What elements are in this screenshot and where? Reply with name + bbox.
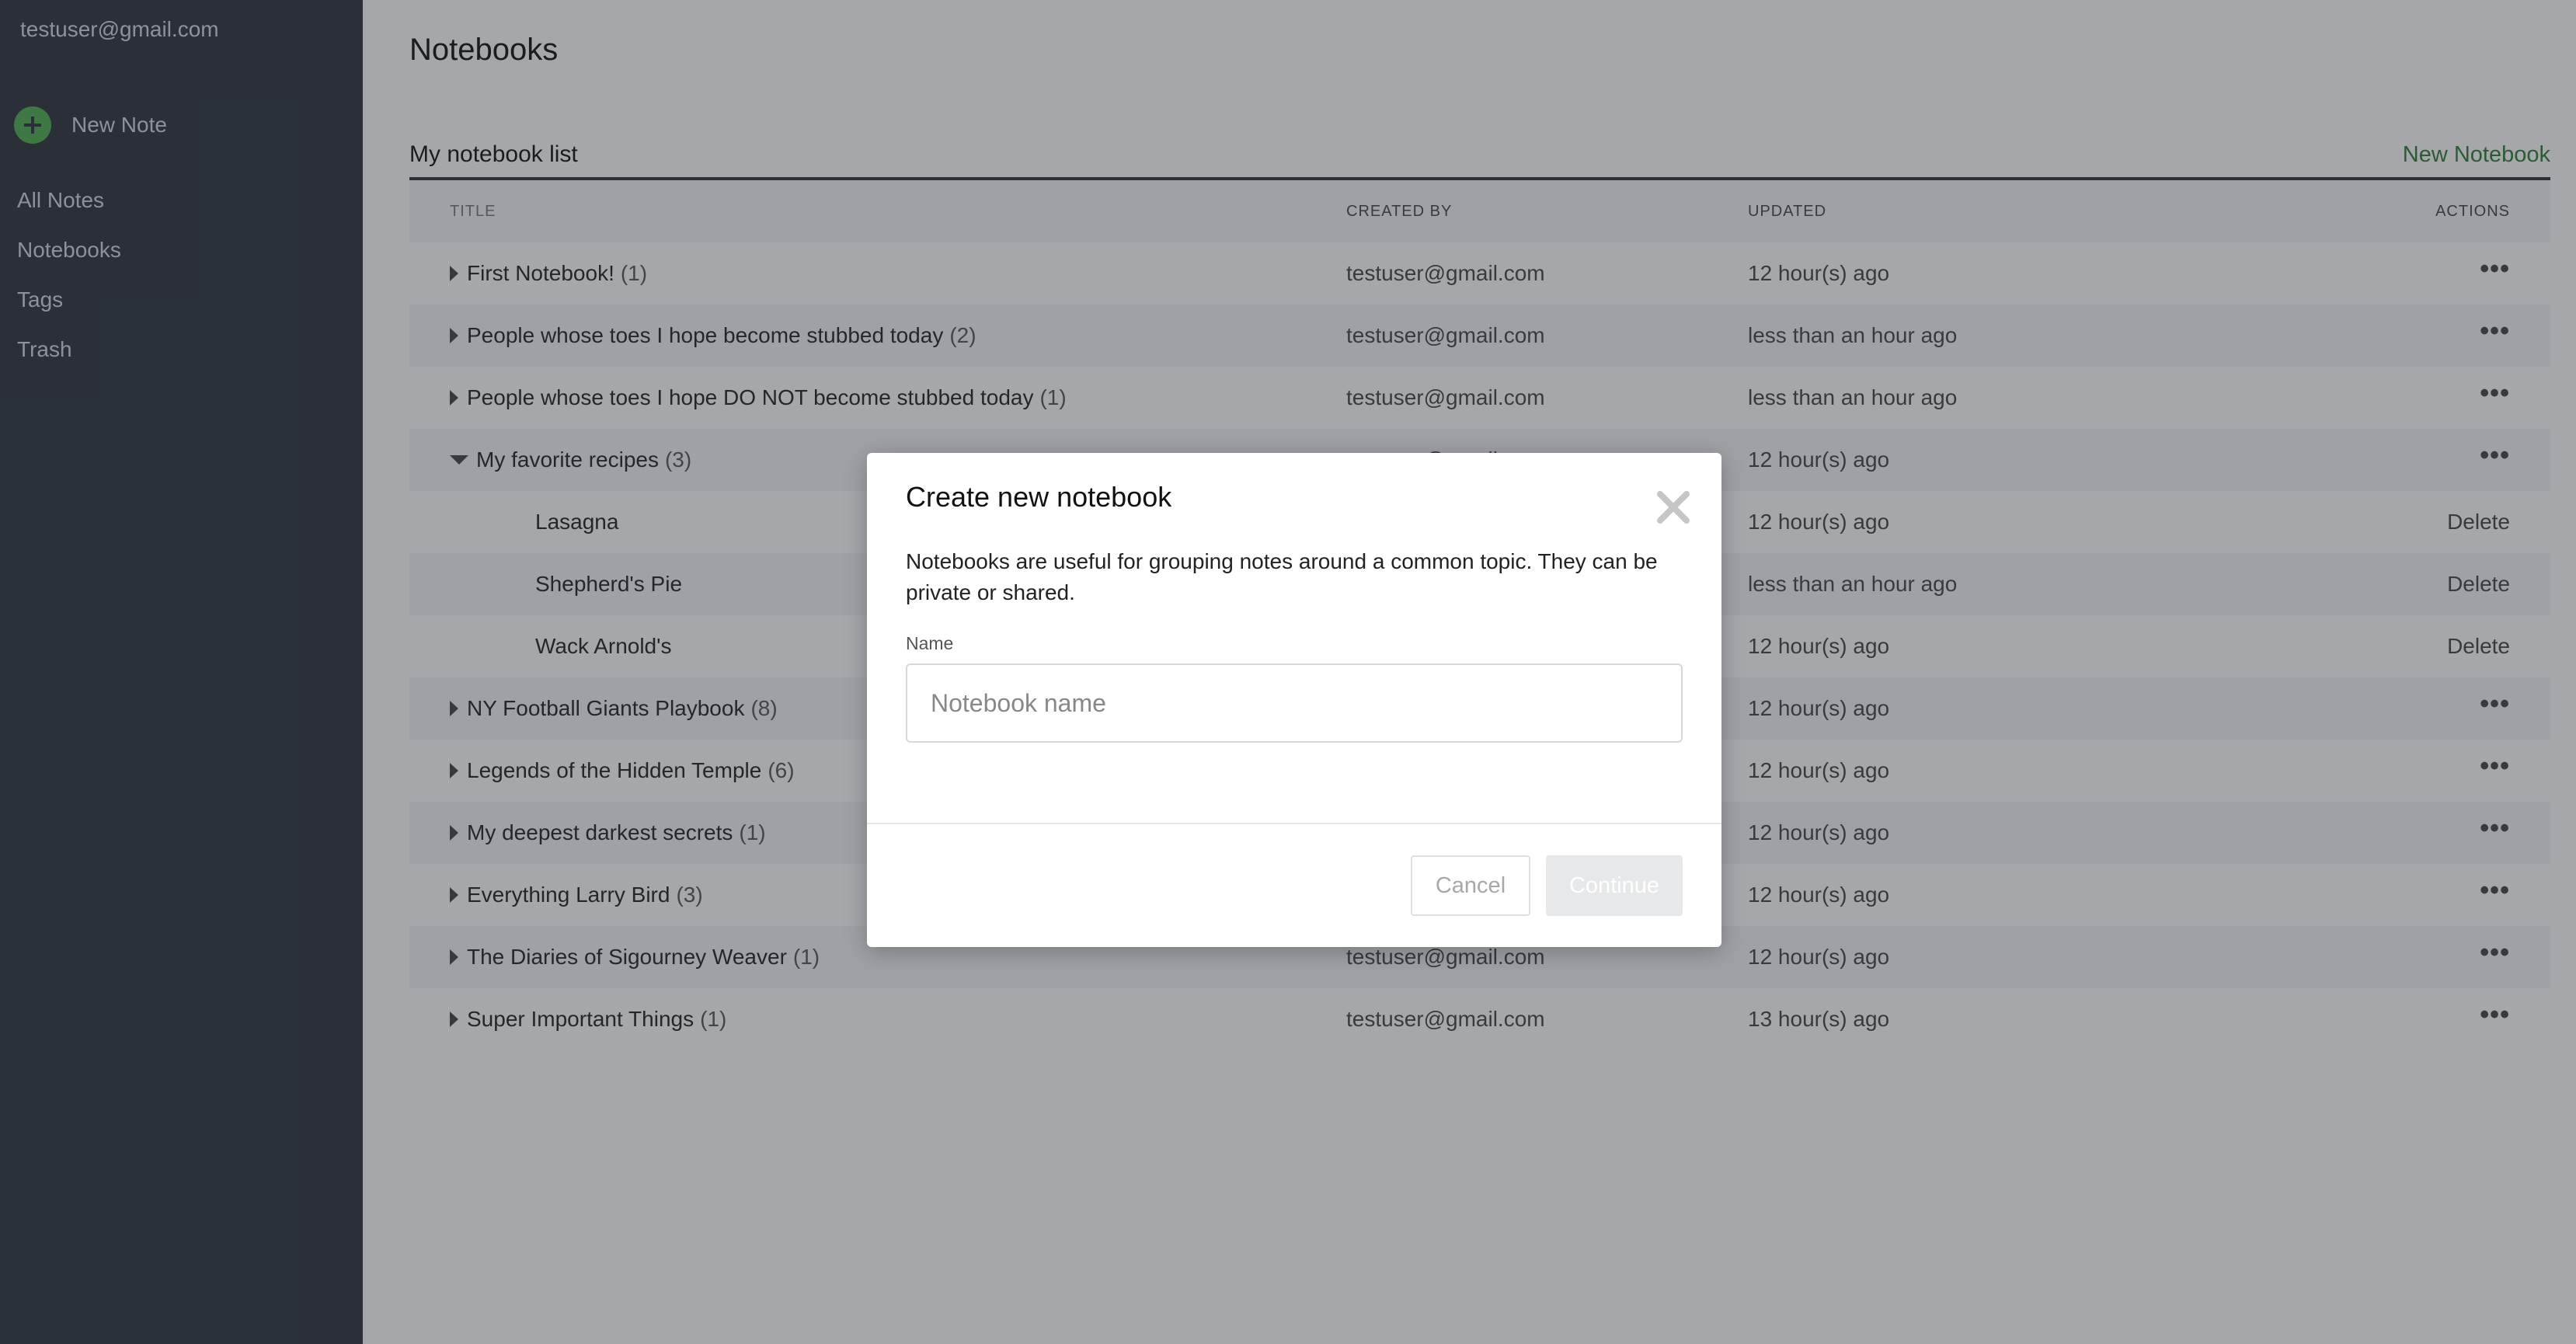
close-icon[interactable] — [1656, 490, 1690, 524]
create-notebook-modal: Create new notebook Notebooks are useful… — [867, 453, 1721, 947]
cancel-button[interactable]: Cancel — [1411, 855, 1530, 916]
modal-title: Create new notebook — [906, 481, 1172, 513]
modal-divider — [867, 823, 1721, 824]
continue-button[interactable]: Continue — [1546, 855, 1683, 916]
notebook-name-input[interactable] — [906, 663, 1683, 743]
modal-description: Notebooks are useful for grouping notes … — [906, 549, 1658, 604]
name-label: Name — [906, 633, 954, 653]
